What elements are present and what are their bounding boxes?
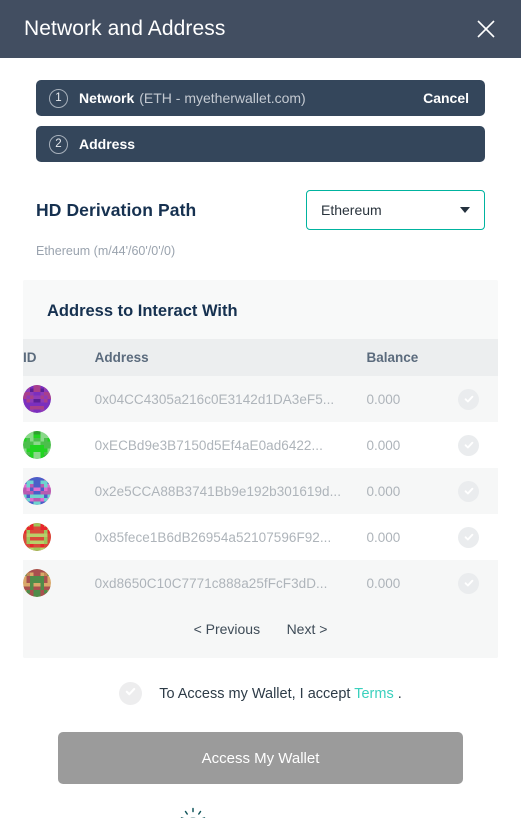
table-row[interactable]: 0x85fece1B6dB26954a52107596F92... 0.000 xyxy=(23,514,498,560)
address-row-avatar-cell xyxy=(23,514,95,560)
step-network[interactable]: 1 Network (ETH - myetherwallet.com) Canc… xyxy=(36,80,485,116)
address-table-head: ID Address Balance xyxy=(23,339,498,376)
step-label: Network xyxy=(79,90,135,106)
step-number-badge: 1 xyxy=(49,88,68,108)
address-card-title: Address to Interact With xyxy=(47,302,238,320)
derivation-path-title: HD Derivation Path xyxy=(36,199,197,220)
address-row-avatar-cell xyxy=(23,560,95,606)
column-header-select xyxy=(458,339,498,376)
next-page-button[interactable]: Next > xyxy=(287,621,328,637)
blockie-avatar-icon xyxy=(23,523,51,551)
address-table: ID Address Balance 0x04CC4305a216c0E3142… xyxy=(23,339,498,606)
address-row-select-cell[interactable] xyxy=(458,468,498,514)
table-row[interactable]: 0x04CC4305a216c0E3142d1DA3eF5... 0.000 xyxy=(23,376,498,422)
column-header-address: Address xyxy=(94,350,149,365)
address-row-address: 0x04CC4305a216c0E3142d1DA3eF5... xyxy=(94,391,335,407)
terms-row: To Access my Wallet, I accept Terms . xyxy=(0,658,521,705)
chevron-down-icon xyxy=(460,207,470,213)
address-row-avatar-cell xyxy=(23,468,95,514)
check-circle-icon xyxy=(124,685,137,703)
terms-text-after: . xyxy=(397,685,402,702)
customer-support-row[interactable]: Customer Support xyxy=(0,784,521,818)
step-sublabel: (ETH - myetherwallet.com) xyxy=(139,90,306,106)
address-row-select-cell[interactable] xyxy=(458,422,498,468)
address-row-select-cell[interactable] xyxy=(458,514,498,560)
page-title: Network and Address xyxy=(24,17,226,40)
derivation-path-select[interactable]: Ethereum xyxy=(306,190,485,230)
derivation-path-value: Ethereum (m/44'/60'/0'/0) xyxy=(36,244,176,258)
check-circle-icon[interactable] xyxy=(458,434,480,456)
address-row-balance: 0.000 xyxy=(366,391,401,407)
terms-checkbox[interactable] xyxy=(119,682,143,705)
terms-link[interactable]: Terms xyxy=(354,686,393,702)
check-circle-icon[interactable] xyxy=(458,526,480,548)
previous-page-button[interactable]: < Previous xyxy=(194,621,261,637)
address-row-address: 0x2e5CCA88B3741Bb9e192b301619d... xyxy=(94,483,342,499)
close-button[interactable] xyxy=(469,12,503,46)
address-table-header-row: ID Address Balance xyxy=(23,339,498,376)
step-number-badge: 2 xyxy=(49,134,68,154)
address-row-balance: 0.000 xyxy=(366,437,401,453)
derivation-path-section: HD Derivation Path Ethereum xyxy=(0,172,521,230)
address-table-body: 0x04CC4305a216c0E3142d1DA3eF5... 0.000 0xE… xyxy=(23,376,498,606)
column-header-id: ID xyxy=(23,350,37,365)
column-header-balance: Balance xyxy=(366,350,419,365)
blockie-avatar-icon xyxy=(23,431,51,459)
blockie-avatar-icon xyxy=(23,569,51,597)
address-card: Address to Interact With ID Address Bala… xyxy=(23,280,498,658)
blockie-avatar-icon xyxy=(23,477,51,505)
address-row-address: 0xd8650C10C7771c888a25fFcF3dD... xyxy=(94,575,328,591)
modal-header: Network and Address xyxy=(0,0,521,58)
close-icon xyxy=(475,18,497,40)
address-row-select-cell[interactable] xyxy=(458,376,498,422)
pagination: < Previous Next > xyxy=(23,606,498,658)
address-row-avatar-cell xyxy=(23,422,95,468)
address-row-balance: 0.000 xyxy=(366,483,401,499)
address-row-balance: 0.000 xyxy=(366,575,401,591)
cancel-button[interactable]: Cancel xyxy=(423,90,469,106)
access-my-wallet-button[interactable]: Access My Wallet xyxy=(58,732,463,784)
step-list: 1 Network (ETH - myetherwallet.com) Canc… xyxy=(0,58,521,162)
table-row[interactable]: 0xECBd9e3B7150d5Ef4aE0ad6422... 0.000 xyxy=(23,422,498,468)
address-row-balance: 0.000 xyxy=(366,529,401,545)
terms-text: To Access my Wallet, I accept Terms . xyxy=(159,686,402,702)
table-row[interactable]: 0xd8650C10C7771c888a25fFcF3dD... 0.000 xyxy=(23,560,498,606)
check-circle-icon[interactable] xyxy=(458,572,480,594)
step-label: Address xyxy=(79,136,136,152)
support-bell-icon xyxy=(178,807,208,818)
check-circle-icon[interactable] xyxy=(458,480,480,502)
modal-body: 1 Network (ETH - myetherwallet.com) Canc… xyxy=(0,58,521,818)
check-circle-icon[interactable] xyxy=(458,388,480,410)
step-address[interactable]: 2 Address xyxy=(36,126,485,162)
address-row-select-cell[interactable] xyxy=(458,560,498,606)
terms-text-before: To Access my Wallet, I accept xyxy=(159,685,351,702)
table-row[interactable]: 0x2e5CCA88B3741Bb9e192b301619d... 0.000 xyxy=(23,468,498,514)
address-row-address: 0xECBd9e3B7150d5Ef4aE0ad6422... xyxy=(94,437,323,453)
derivation-path-selected-value: Ethereum xyxy=(321,202,382,218)
address-row-address: 0x85fece1B6dB26954a52107596F92... xyxy=(94,529,332,545)
address-row-avatar-cell xyxy=(23,376,95,422)
blockie-avatar-icon xyxy=(23,385,51,413)
